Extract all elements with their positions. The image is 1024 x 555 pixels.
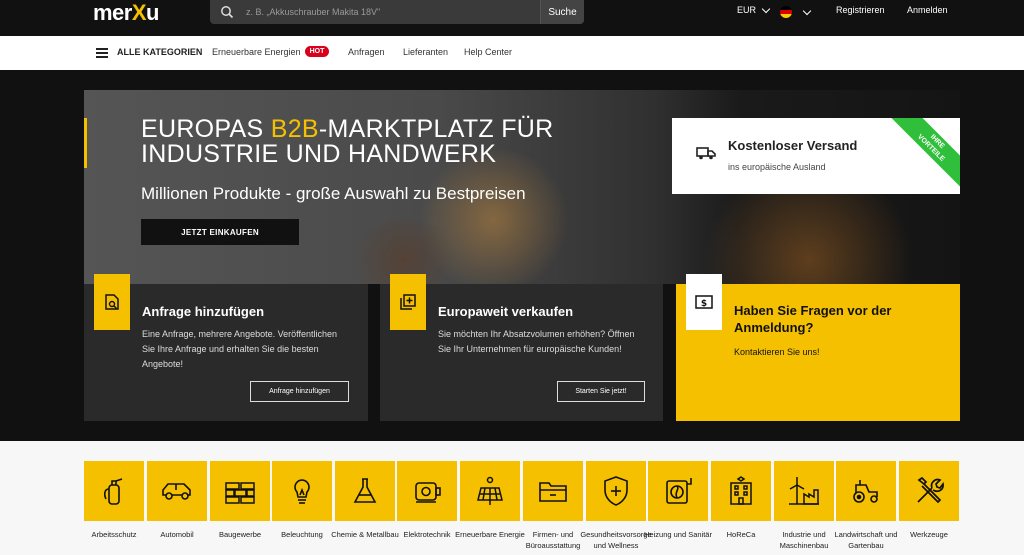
shipping-title: Kostenloser Versand bbox=[728, 138, 858, 153]
free-shipping-box: Kostenloser Versand ins europäische Ausl… bbox=[672, 118, 960, 194]
register-link[interactable]: Registrieren bbox=[836, 5, 885, 15]
chevron-down-icon bbox=[802, 6, 812, 15]
german-flag-icon bbox=[780, 6, 792, 18]
start-now-button[interactable]: Starten Sie jetzt! bbox=[557, 381, 645, 402]
benefits-ribbon: IHRE VORTEILE bbox=[890, 118, 960, 189]
fire-extinguisher-icon bbox=[103, 478, 123, 505]
sell-europe-card: Europaweit verkaufen Sie möchten Ihr Abs… bbox=[380, 274, 663, 421]
motor-icon bbox=[415, 482, 441, 503]
add-product-icon bbox=[390, 274, 426, 330]
flask-icon bbox=[353, 478, 377, 503]
nav-renewable-energy[interactable]: Erneuerbare Energien HOT bbox=[212, 46, 330, 57]
category-erneuerbare-energie[interactable]: Erneuerbare Energie bbox=[455, 461, 525, 540]
wind-turbine-factory-icon bbox=[789, 477, 819, 505]
spark-glow bbox=[684, 180, 934, 284]
search-input[interactable] bbox=[246, 3, 536, 21]
shop-now-button[interactable]: JETZT EINKAUFEN bbox=[141, 219, 299, 245]
payment-icon: $ bbox=[686, 274, 722, 330]
menu-icon[interactable] bbox=[96, 48, 108, 58]
bricks-icon bbox=[225, 482, 255, 504]
category-horeca[interactable]: HoReCa bbox=[711, 461, 771, 540]
inquiry-icon bbox=[94, 274, 130, 330]
category-chemie-metallbau[interactable]: Chemie & Metallbau bbox=[331, 461, 399, 540]
category-elektrotechnik[interactable]: Elektrotechnik bbox=[397, 461, 457, 540]
category-nav: ALLE KATEGORIEN Erneuerbare Energien HOT… bbox=[0, 36, 1024, 70]
currency-selector[interactable]: EUR bbox=[737, 4, 771, 15]
add-inquiry-button[interactable]: Anfrage hinzufügen bbox=[250, 381, 349, 402]
nav-inquiries[interactable]: Anfragen bbox=[348, 47, 385, 57]
merxu-logo[interactable]: merXu bbox=[93, 0, 160, 26]
nav-renewable-label: Erneuerbare Energien bbox=[212, 46, 301, 57]
svg-text:$: $ bbox=[701, 299, 707, 309]
category-werkzeuge[interactable]: Werkzeuge bbox=[899, 461, 959, 540]
solar-panel-icon bbox=[477, 476, 503, 505]
top-bar: merXu Suche EUR Registrieren Anmelden bbox=[0, 0, 1024, 36]
search-icon bbox=[221, 6, 234, 19]
search-button[interactable]: Suche bbox=[540, 0, 584, 24]
category-arbeitsschutz[interactable]: Arbeitsschutz bbox=[84, 461, 144, 540]
language-selector[interactable] bbox=[780, 6, 812, 18]
hero-subtitle: Millionen Produkte - große Auswahl zu Be… bbox=[141, 184, 526, 203]
card-text: Sie möchten Ihr Absatzvolumen erhöhen? Ö… bbox=[438, 329, 635, 354]
card-title: Europaweit verkaufen bbox=[438, 304, 574, 319]
card-title: Haben Sie Fragen vor der Anmeldung? bbox=[734, 303, 892, 335]
tools-icon bbox=[917, 476, 944, 504]
search-bar: Suche bbox=[210, 0, 584, 24]
category-bueroausstattung[interactable]: Firmen- und Büroausstattung bbox=[523, 461, 583, 551]
category-beleuchtung[interactable]: Beleuchtung bbox=[272, 461, 332, 540]
contact-card[interactable]: $ Haben Sie Fragen vor der Anmeldung? Ko… bbox=[676, 274, 960, 421]
category-landwirtschaft-gartenbau[interactable]: Landwirtschaft und Gartenbau bbox=[835, 461, 897, 551]
hotel-icon bbox=[730, 476, 752, 505]
nav-suppliers[interactable]: Lieferanten bbox=[403, 47, 448, 57]
light-bulb-icon bbox=[294, 479, 310, 504]
shipping-text: ins europäische Ausland bbox=[728, 162, 826, 172]
all-categories-link[interactable]: ALLE KATEGORIEN bbox=[117, 47, 202, 57]
nav-help-center[interactable]: Help Center bbox=[464, 47, 512, 57]
category-gesundheitsvorsorge[interactable]: Gesundheitsvorsorge und Wellness bbox=[580, 461, 652, 551]
card-text: Eine Anfrage, mehrere Angebote. Veröffen… bbox=[142, 329, 337, 369]
folder-icon bbox=[539, 482, 567, 502]
category-baugewerbe[interactable]: Baugewerbe bbox=[210, 461, 270, 540]
login-link[interactable]: Anmelden bbox=[907, 5, 948, 15]
accent-bar bbox=[84, 118, 87, 168]
currency-label: EUR bbox=[737, 5, 757, 15]
category-heizung-sanitaer[interactable]: Heizung und Sanitär bbox=[644, 461, 712, 540]
shield-cross-icon bbox=[604, 476, 628, 506]
card-title: Anfrage hinzufügen bbox=[142, 304, 265, 319]
category-automobil[interactable]: Automobil bbox=[147, 461, 207, 540]
heater-icon bbox=[666, 478, 692, 504]
category-industrie-maschinenbau[interactable]: Industrie und Maschinenbau bbox=[774, 461, 834, 551]
chevron-down-icon bbox=[761, 4, 771, 13]
hot-badge: HOT bbox=[304, 46, 330, 57]
contact-link[interactable]: Kontaktieren Sie uns! bbox=[734, 345, 944, 360]
hero-title: EUROPAS B2B-MARKTPLATZ FÜR INDUSTRIE UND… bbox=[141, 115, 554, 168]
tractor-icon bbox=[853, 480, 878, 503]
truck-icon bbox=[696, 147, 716, 160]
car-icon bbox=[162, 483, 191, 500]
add-inquiry-card: Anfrage hinzufügen Eine Anfrage, mehrere… bbox=[84, 274, 368, 421]
